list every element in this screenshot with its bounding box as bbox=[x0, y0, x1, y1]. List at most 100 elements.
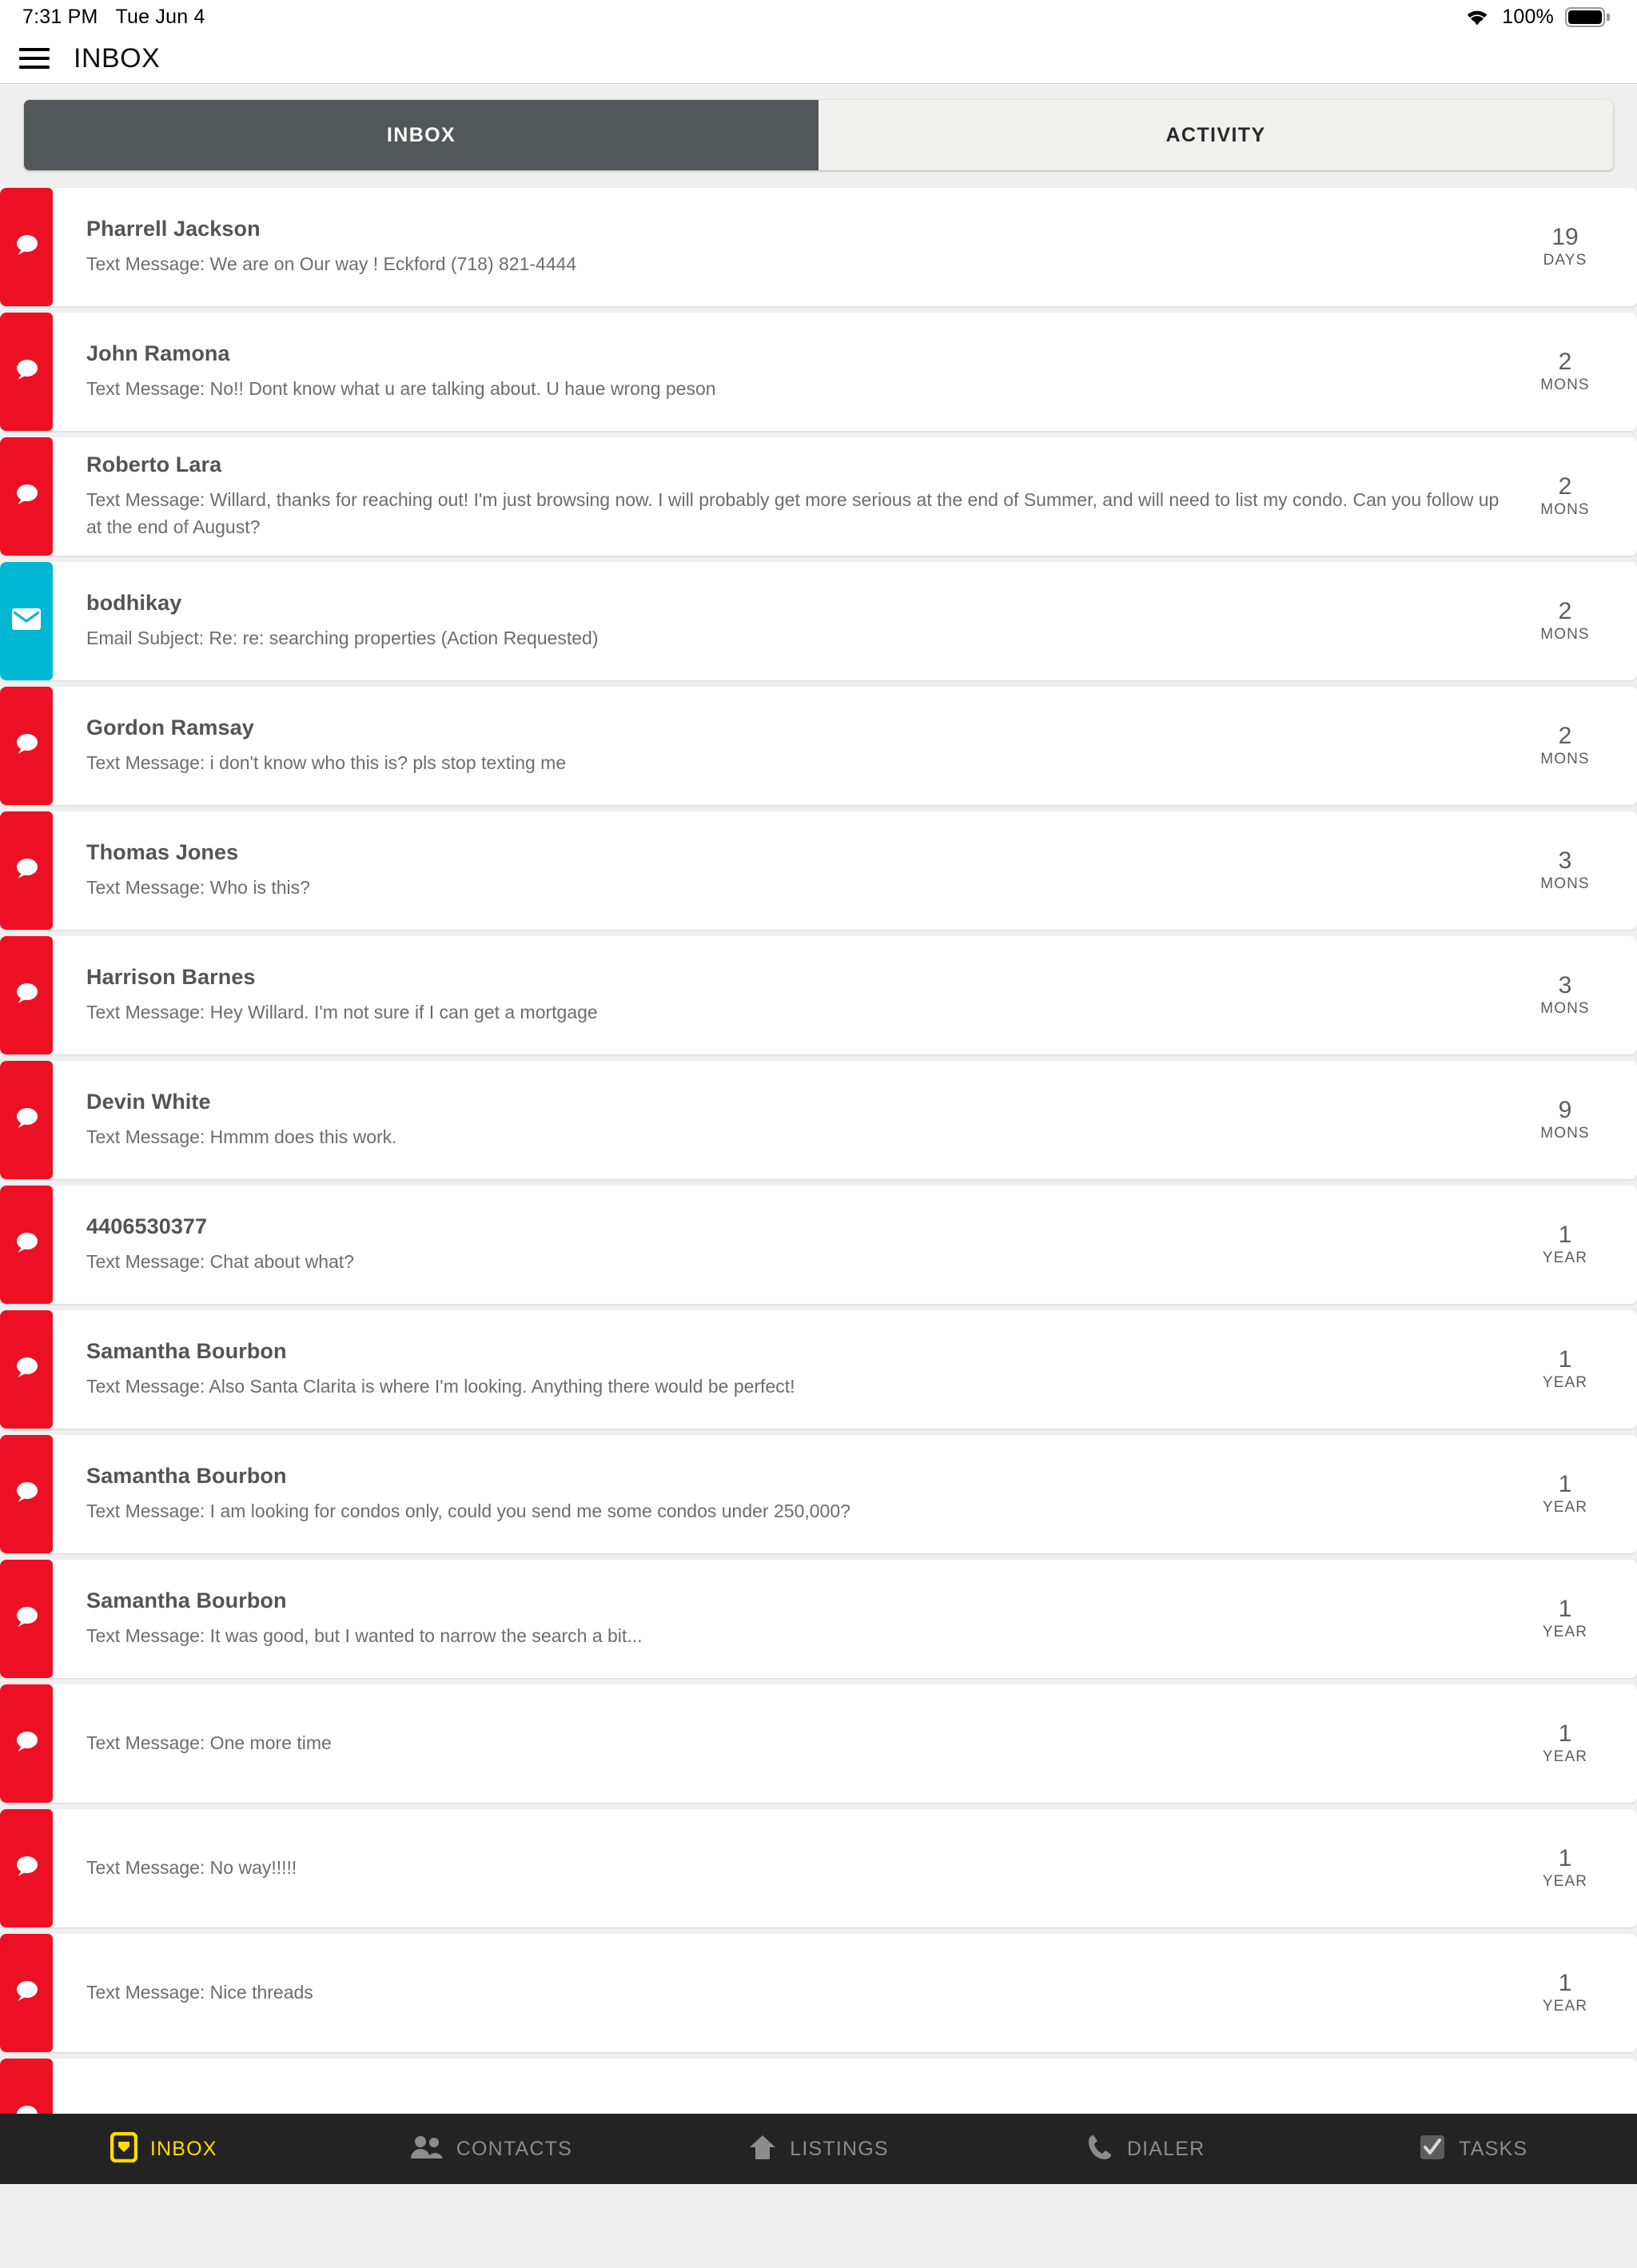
message-row-body: Samantha BourbonText Message: Also Santa… bbox=[53, 1310, 1637, 1429]
message-row-body: Samantha BourbonText Message: It was goo… bbox=[53, 1560, 1637, 1678]
tab-label: ACTIVITY bbox=[1165, 124, 1265, 147]
chat-bubble-icon bbox=[13, 233, 40, 262]
message-age-value: 1 bbox=[1517, 1347, 1613, 1373]
message-age: 2MONS bbox=[1517, 474, 1637, 520]
message-row-body: Text Message: No way!!!!!1YEAR bbox=[53, 1809, 1637, 1927]
checkbox-icon bbox=[1419, 2134, 1446, 2165]
message-row-body: Text Message: One more time1YEAR bbox=[53, 1684, 1637, 1803]
nav-item-label: TASKS bbox=[1459, 2138, 1527, 2161]
message-age-value: 2 bbox=[1517, 599, 1613, 624]
message-row[interactable]: Pharrell Jackson Text Message: We are on … bbox=[0, 188, 1637, 306]
tab-inbox[interactable]: INBOX bbox=[24, 100, 818, 170]
message-text-block: Text Message: Nice threads bbox=[86, 1979, 1517, 2006]
app-header: INBOX bbox=[0, 34, 1637, 84]
chat-bubble-icon bbox=[13, 1480, 40, 1509]
message-text-block: Samantha BourbonText Message: Also Santa… bbox=[86, 1339, 1517, 1400]
message-age-unit: MONS bbox=[1517, 1000, 1613, 1018]
sms-accent-bar bbox=[0, 1186, 53, 1304]
main-content: INBOX ACTIVITY Pharrell Jackson Text Messa… bbox=[0, 84, 1637, 2268]
message-age: 1YEAR bbox=[1517, 1347, 1637, 1393]
message-list[interactable]: Pharrell Jackson Text Message: We are on … bbox=[0, 188, 1637, 2177]
chat-bubble-icon bbox=[13, 1106, 40, 1135]
sms-accent-bar bbox=[0, 1061, 53, 1179]
message-row[interactable]: Text Message: No way!!!!!1YEAR bbox=[0, 1809, 1637, 1927]
nav-item-inbox[interactable]: INBOX bbox=[0, 2132, 328, 2166]
message-age: 3MONS bbox=[1517, 973, 1637, 1018]
message-preview-text: Text Message: We are on Our way ! Eckfor… bbox=[86, 251, 1517, 277]
message-row[interactable]: Samantha BourbonText Message: It was goo… bbox=[0, 1560, 1637, 1678]
email-accent-bar bbox=[0, 562, 53, 680]
message-row[interactable]: Harrison BarnesText Message: Hey Willard… bbox=[0, 936, 1637, 1054]
message-sender-name: Gordon Ramsay bbox=[86, 715, 1517, 740]
sms-accent-bar bbox=[0, 1310, 53, 1429]
battery-full-icon bbox=[1565, 7, 1610, 27]
message-age: 2 MONS bbox=[1517, 599, 1637, 644]
status-bar-left: 7:31 PM Tue Jun 4 bbox=[22, 6, 205, 29]
chat-bubble-icon bbox=[13, 1355, 40, 1385]
message-row-body: Roberto LaraText Message: Willard, thank… bbox=[53, 437, 1637, 556]
message-row-body: Gordon Ramsay Text Message: i don't know … bbox=[53, 687, 1637, 805]
message-sender-name: Pharrell Jackson bbox=[86, 217, 1517, 241]
message-age-unit: MONS bbox=[1517, 751, 1613, 768]
message-row[interactable]: Text Message: Nice threads1YEAR bbox=[0, 1934, 1637, 2052]
status-bar-right: 100% bbox=[1464, 6, 1610, 29]
status-date: Tue Jun 4 bbox=[116, 6, 205, 29]
chat-bubble-icon bbox=[13, 482, 40, 512]
nav-item-dialer[interactable]: DIALER bbox=[982, 2134, 1310, 2165]
message-row[interactable]: Text Message: One more time1YEAR bbox=[0, 1684, 1637, 1803]
message-age: 9MONS bbox=[1517, 1098, 1637, 1143]
message-preview-text: Text Message: Who is this? bbox=[86, 875, 1517, 901]
message-sender-name: Devin White bbox=[86, 1090, 1517, 1114]
bottom-navigation-bar[interactable]: INBOXCONTACTSLISTINGS DIALER TASKS bbox=[0, 2114, 1637, 2184]
segmented-tabs[interactable]: INBOX ACTIVITY bbox=[24, 100, 1613, 170]
message-age-unit: YEAR bbox=[1517, 1873, 1613, 1891]
message-age-value: 1 bbox=[1517, 1721, 1613, 1747]
message-text-block: 4406530377Text Message: Chat about what? bbox=[86, 1214, 1517, 1275]
message-preview-text: Text Message: Also Santa Clarita is wher… bbox=[86, 1373, 1517, 1400]
message-text-block: Roberto LaraText Message: Willard, thank… bbox=[86, 452, 1517, 540]
message-row[interactable]: 4406530377Text Message: Chat about what?… bbox=[0, 1186, 1637, 1304]
sms-accent-bar bbox=[0, 188, 53, 306]
message-preview-text: Text Message: Chat about what? bbox=[86, 1249, 1517, 1275]
message-sender-name: Roberto Lara bbox=[86, 452, 1517, 477]
message-age-value: 1 bbox=[1517, 1846, 1613, 1871]
message-sender-name: Samantha Bourbon bbox=[86, 1464, 1517, 1489]
message-row[interactable]: Samantha BourbonText Message: Also Santa… bbox=[0, 1310, 1637, 1429]
message-row[interactable]: Roberto LaraText Message: Willard, thank… bbox=[0, 437, 1637, 556]
nav-item-listings[interactable]: LISTINGS bbox=[655, 2134, 982, 2165]
message-row-body: 4406530377Text Message: Chat about what?… bbox=[53, 1186, 1637, 1304]
message-sender-name: Harrison Barnes bbox=[86, 965, 1517, 990]
message-preview-text: Email Subject: Re: re: searching propert… bbox=[86, 625, 1517, 652]
message-row[interactable]: Gordon Ramsay Text Message: i don't know … bbox=[0, 687, 1637, 805]
message-sender-name: bodhikay bbox=[86, 591, 1517, 616]
message-row-body: John RamonaText Message: No!! Dont know … bbox=[53, 313, 1637, 431]
message-sender-name: Samantha Bourbon bbox=[86, 1588, 1517, 1613]
nav-item-contacts[interactable]: CONTACTS bbox=[328, 2134, 655, 2164]
message-age-unit: MONS bbox=[1517, 626, 1613, 644]
message-text-block: Devin WhiteText Message: Hmmm does this … bbox=[86, 1090, 1517, 1150]
message-age: 1YEAR bbox=[1517, 1721, 1637, 1767]
message-age: 1 YEAR bbox=[1517, 1846, 1637, 1891]
message-row[interactable]: Devin WhiteText Message: Hmmm does this … bbox=[0, 1061, 1637, 1179]
chat-bubble-icon bbox=[13, 981, 40, 1010]
inbox-icon bbox=[110, 2132, 137, 2166]
message-row[interactable]: Samantha Bourbon Text Message: I am looki… bbox=[0, 1435, 1637, 1553]
chat-bubble-icon bbox=[13, 1729, 40, 1759]
message-text-block: Pharrell Jackson Text Message: We are on … bbox=[86, 217, 1517, 277]
message-row[interactable]: Thomas JonesText Message: Who is this?3M… bbox=[0, 811, 1637, 930]
nav-item-tasks[interactable]: TASKS bbox=[1309, 2134, 1637, 2165]
nav-item-label: DIALER bbox=[1127, 2138, 1205, 2161]
sms-accent-bar bbox=[0, 1560, 53, 1678]
message-text-block: Text Message: One more time bbox=[86, 1730, 1517, 1756]
message-row[interactable]: John RamonaText Message: No!! Dont know … bbox=[0, 313, 1637, 431]
message-age-unit: YEAR bbox=[1517, 1374, 1613, 1392]
message-row-body: Harrison BarnesText Message: Hey Willard… bbox=[53, 936, 1637, 1054]
status-bar: 7:31 PM Tue Jun 4 100% bbox=[0, 0, 1637, 34]
message-row[interactable]: bodhikay Email Subject: Re: re: searching… bbox=[0, 562, 1637, 680]
hamburger-menu-icon[interactable] bbox=[19, 48, 50, 69]
chat-bubble-icon bbox=[13, 357, 40, 387]
message-preview-text: Text Message: i don't know who this is? … bbox=[86, 750, 1517, 776]
message-preview-text: Text Message: I am looking for condos on… bbox=[86, 1498, 1517, 1525]
message-sender-name: John Ramona bbox=[86, 341, 1517, 366]
tab-activity[interactable]: ACTIVITY bbox=[818, 100, 1613, 170]
